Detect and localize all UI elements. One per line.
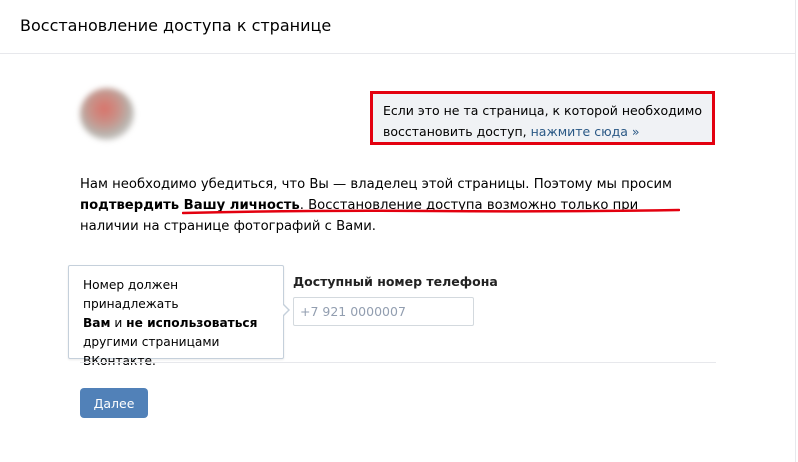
phone-hint-tooltip: Номер должен принадлежать Вам и не испол… xyxy=(68,265,284,368)
red-underline-mark xyxy=(182,208,680,215)
wrong-page-notice: Если это не та страница, к которой необх… xyxy=(370,91,715,145)
intro-part1: Нам необходимо убедиться, что Вы — владе… xyxy=(80,177,672,192)
phone-label: Доступный номер телефона xyxy=(293,274,498,289)
intro-part3: с Вами. xyxy=(320,219,376,234)
tooltip-line3: другими страницами ВКонтакте. xyxy=(83,335,220,368)
page-header: Восстановление доступа к странице xyxy=(0,0,795,54)
intro-text: Нам необходимо убедиться, что Вы — владе… xyxy=(80,174,700,237)
tooltip-arrow-inner xyxy=(282,304,288,316)
avatar xyxy=(80,88,134,140)
page-title: Восстановление доступа к странице xyxy=(20,16,332,35)
next-button[interactable]: Далее xyxy=(80,388,148,418)
tooltip-bold2: не использоваться xyxy=(126,316,258,330)
tooltip-mid: и xyxy=(110,316,127,330)
click-here-link[interactable]: нажмите сюда » xyxy=(531,124,640,139)
recovery-panel: Восстановление доступа к странице Если э… xyxy=(0,0,796,462)
tooltip-bold1: Вам xyxy=(83,316,111,330)
phone-input[interactable] xyxy=(293,297,474,326)
divider xyxy=(80,362,716,363)
tooltip-line1: Номер должен принадлежать xyxy=(83,278,179,311)
